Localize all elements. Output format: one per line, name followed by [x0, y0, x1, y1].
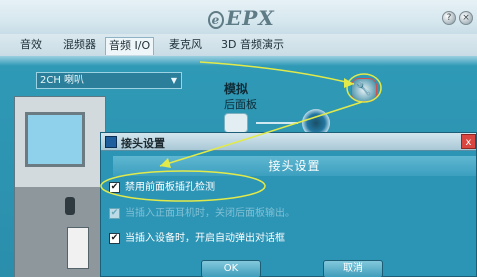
help-button[interactable]: ?	[442, 11, 456, 25]
room-illustration	[14, 96, 106, 277]
checkbox[interactable]: ✔	[109, 182, 120, 193]
dialog-banner: 接头设置	[113, 156, 476, 176]
room-window	[25, 112, 85, 167]
tab-effects[interactable]: 音效	[17, 37, 45, 55]
logo-text: EPX	[226, 6, 275, 30]
speaker-config-value: 2CH 喇叭	[40, 75, 85, 86]
checkbox[interactable]: ✔	[109, 208, 120, 219]
cancel-button[interactable]: 取消	[323, 260, 383, 277]
pc-tower-icon	[67, 227, 89, 269]
tab-microphone[interactable]: 麦克风	[166, 37, 205, 55]
chevron-down-icon: ▼	[170, 76, 177, 85]
connector-settings-dialog: 接头设置 x 接头设置 ✔ 禁用前面板插孔检测 ✔ 当插入正面耳机时，关闭后面板…	[100, 132, 477, 277]
room-floor	[15, 187, 105, 277]
speaker-icon	[65, 197, 75, 215]
checkbox[interactable]: ✔	[109, 233, 120, 244]
app-header: e EPX ? ×	[0, 0, 477, 34]
speaker-config-select[interactable]: 2CH 喇叭 ▼	[36, 72, 182, 89]
tab-3d-demo[interactable]: 3D 音频演示	[218, 37, 287, 55]
tab-mixer[interactable]: 混频器	[60, 37, 99, 55]
option-label: 当插入正面耳机时，关闭后面板输出。	[125, 208, 295, 219]
dialog-close-button[interactable]: x	[461, 134, 476, 149]
dialog-title: 接头设置	[121, 137, 165, 150]
ok-button[interactable]: OK	[201, 260, 261, 277]
analog-label: 模拟	[224, 82, 249, 96]
jack-port-icon	[224, 113, 248, 133]
tab-audio-io[interactable]: 音频 I/O	[105, 37, 155, 55]
rear-panel-label: 后面板	[224, 98, 257, 111]
tab-bar: 音效 混频器 音频 I/O 麦克风 3D 音频演示	[0, 34, 477, 56]
epx-logo: e EPX	[208, 6, 275, 30]
option-label: 当插入设备时，开启自动弹出对话框	[125, 233, 285, 244]
wrench-icon[interactable]: 🔧	[351, 78, 377, 102]
logo-mark: e	[208, 11, 224, 29]
option-label: 禁用前面板插孔检测	[125, 182, 215, 193]
dialog-titlebar: 接头设置 x	[101, 133, 476, 151]
close-button[interactable]: ×	[459, 11, 473, 25]
dialog-app-icon	[105, 136, 117, 148]
jack-connector-line	[256, 122, 298, 124]
